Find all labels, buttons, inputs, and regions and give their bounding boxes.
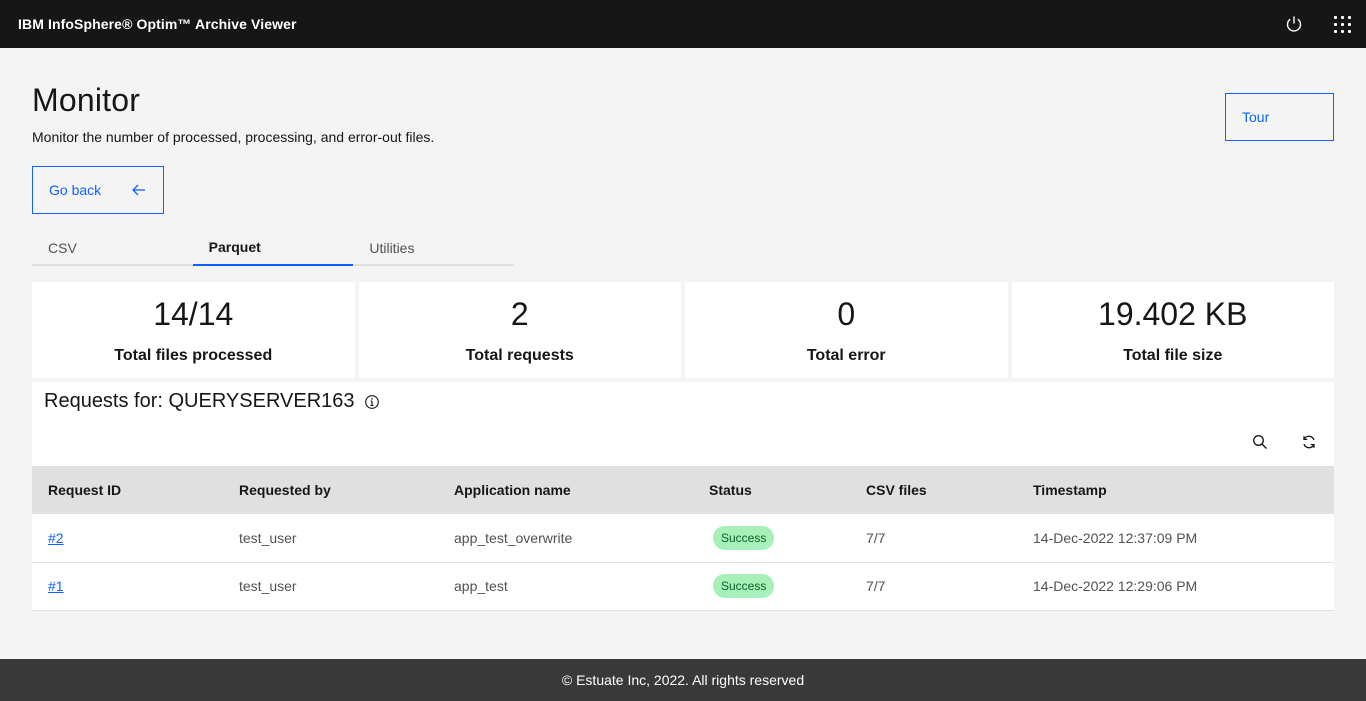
- status-badge: Success: [713, 525, 775, 550]
- stat-total-error: 0 Total error: [685, 282, 1008, 378]
- table-refresh-button[interactable]: [1285, 418, 1333, 466]
- requests-title: Requests for: QUERYSERVER163: [44, 390, 355, 412]
- stat-value: 2: [510, 296, 529, 332]
- page-title: Monitor: [32, 82, 141, 118]
- column-header[interactable]: Requested by: [223, 466, 438, 514]
- request-id-link[interactable]: #2: [48, 530, 64, 546]
- stat-label: Total requests: [465, 347, 574, 364]
- column-header[interactable]: Request ID: [32, 466, 223, 514]
- requested-by-cell: test_user: [239, 578, 297, 594]
- requests-heading: Requests for: QUERYSERVER163: [44, 390, 380, 413]
- footer-text: © Estuate Inc, 2022. All rights reserved: [561, 672, 805, 688]
- app-switcher-button[interactable]: [1318, 0, 1366, 48]
- stat-label: Total file size: [1123, 347, 1223, 364]
- timestamp-cell: 14-Dec-2022 12:37:09 PM: [1033, 529, 1198, 546]
- tab-csv[interactable]: CSV: [32, 230, 193, 266]
- stats-row: 14/14 Total files processed 2 Total requ…: [32, 282, 1334, 378]
- stat-label: Total error: [806, 347, 886, 364]
- column-header[interactable]: Timestamp: [1017, 466, 1334, 514]
- power-button[interactable]: [1270, 0, 1318, 48]
- requests-table: Request ID Requested by Application name…: [32, 466, 1334, 611]
- app-switcher-icon: [1333, 15, 1351, 33]
- status-cell: Success: [693, 562, 850, 610]
- table-search-button[interactable]: [1236, 418, 1284, 466]
- request-id-link[interactable]: #1: [48, 578, 64, 594]
- status-cell: Success: [693, 514, 850, 562]
- column-header[interactable]: Application name: [438, 466, 693, 514]
- footer: © Estuate Inc, 2022. All rights reserved: [0, 659, 1366, 701]
- column-header[interactable]: CSV files: [850, 466, 1017, 514]
- stat-total-files-processed: 14/14 Total files processed: [32, 282, 355, 378]
- go-back-button[interactable]: Go back: [32, 166, 164, 214]
- table-row: #2 test_user app_test_overwrite Success …: [32, 514, 1334, 562]
- go-back-label: Go back: [49, 182, 102, 198]
- tab-parquet[interactable]: Parquet: [192, 230, 354, 266]
- stat-value: 14/14: [153, 296, 234, 332]
- stat-total-requests: 2 Total requests: [358, 282, 681, 378]
- application-name-cell: app_test: [454, 578, 508, 594]
- stat-total-file-size: 19.402 KB Total file size: [1011, 282, 1334, 378]
- stat-label: Total files processed: [114, 347, 273, 364]
- table-row: #1 test_user app_test Success 7/7 14-Dec…: [32, 562, 1334, 610]
- application-name-cell: app_test_overwrite: [454, 529, 573, 546]
- app-title: IBM InfoSphere® Optim™ Archive Viewer: [18, 16, 297, 32]
- tab-utilities[interactable]: Utilities: [353, 230, 514, 266]
- tour-button[interactable]: Tour: [1225, 93, 1334, 141]
- stat-value: 19.402 KB: [1098, 296, 1248, 332]
- request-id-cell: #2: [32, 514, 223, 562]
- page-description: Monitor the number of processed, process…: [32, 129, 435, 145]
- info-icon[interactable]: [364, 394, 380, 410]
- requests-panel: Requests for: QUERYSERVER163: [32, 382, 1334, 466]
- table-header-row: Request ID Requested by Application name…: [32, 466, 1334, 514]
- search-icon: [1253, 435, 1267, 449]
- arrow-left-icon: [132, 184, 145, 196]
- power-icon: [1286, 16, 1302, 32]
- status-badge: Success: [713, 574, 775, 598]
- requested-by-cell: test_user: [239, 529, 297, 546]
- request-id-cell: #1: [32, 562, 223, 610]
- stat-value: 0: [837, 296, 856, 332]
- tab-list: CSV Parquet Utilities: [32, 230, 514, 266]
- csv-files-cell: 7/7: [866, 529, 886, 546]
- csv-files-cell: 7/7: [866, 578, 886, 594]
- top-header: IBM InfoSphere® Optim™ Archive Viewer: [0, 0, 1366, 48]
- column-header[interactable]: Status: [693, 466, 850, 514]
- timestamp-cell: 14-Dec-2022 12:29:06 PM: [1033, 578, 1198, 594]
- refresh-icon: [1303, 435, 1315, 449]
- header-actions: [1270, 0, 1366, 48]
